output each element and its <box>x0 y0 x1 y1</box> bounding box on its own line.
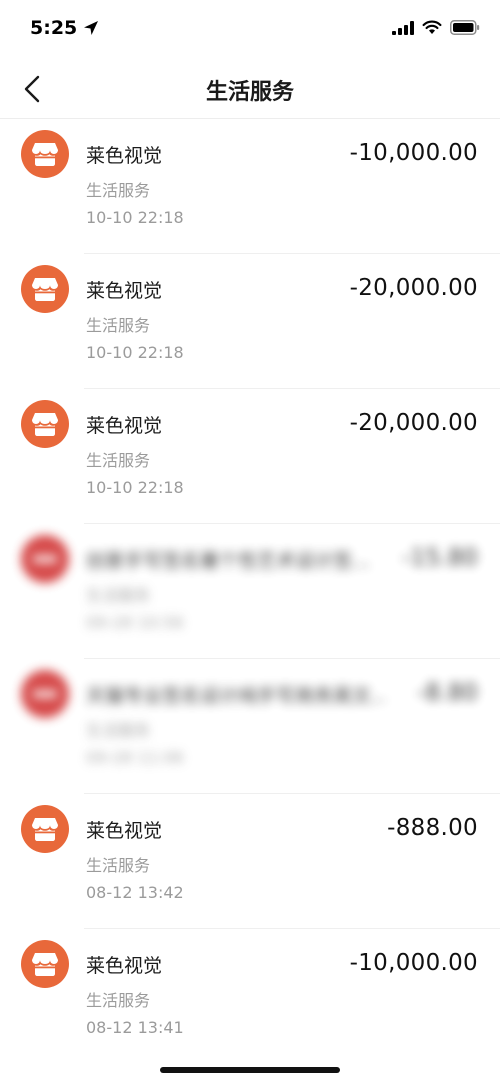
transaction-row-blurred[interactable]: 天猫专业签名设计纯手写商务英文... 生活服务 09-28 11:06 -8.8… <box>0 659 500 794</box>
battery-icon <box>450 20 480 35</box>
store-icon <box>32 818 58 841</box>
transaction-amount: -888.00 <box>387 815 478 841</box>
merchant-name: 莱色视觉 <box>86 415 163 437</box>
location-arrow-icon <box>84 21 99 35</box>
store-icon <box>32 413 58 436</box>
merchant-avatar <box>21 130 69 178</box>
merchant-name: 莱色视觉 <box>86 820 163 842</box>
transaction-category: 生活服务 <box>86 181 151 200</box>
status-time-group: 5:25 <box>30 17 99 39</box>
cellular-signal-icon <box>392 20 414 35</box>
home-indicator[interactable] <box>160 1067 340 1073</box>
transaction-time: 10-10 22:18 <box>86 478 184 497</box>
transaction-amount: -8.80 <box>416 680 478 706</box>
transaction-time: 09-28 11:06 <box>86 748 184 767</box>
navigation-bar: 生活服务 <box>0 60 500 119</box>
transaction-category: 生活服务 <box>86 991 151 1010</box>
store-icon <box>32 143 58 166</box>
merchant-name: 莱色视觉 <box>86 955 163 977</box>
transaction-category: 生活服务 <box>86 856 151 875</box>
transaction-row[interactable]: 莱色视觉 生活服务 10-10 22:18 -10,000.00 <box>0 119 500 254</box>
transaction-amount: -10,000.00 <box>349 140 478 166</box>
transaction-row[interactable]: 莱色视觉 生活服务 10-10 22:18 -20,000.00 <box>0 389 500 524</box>
merchant-name: 天猫专业签名设计纯手写商务英文... <box>86 685 386 707</box>
merchant-avatar <box>21 940 69 988</box>
store-icon <box>32 953 58 976</box>
transaction-time: 09-28 10:56 <box>86 613 184 632</box>
wifi-icon <box>422 20 442 34</box>
transaction-category: 生活服务 <box>86 586 151 605</box>
tmall-avatar <box>21 535 69 583</box>
transaction-amount: -20,000.00 <box>349 275 478 301</box>
transaction-category: 生活服务 <box>86 316 151 335</box>
transaction-amount: -10,000.00 <box>349 950 478 976</box>
status-indicators <box>392 20 480 35</box>
status-bar: 5:25 <box>0 0 500 60</box>
transaction-time: 08-12 13:42 <box>86 883 184 902</box>
transaction-amount: -20,000.00 <box>349 410 478 436</box>
transaction-list: 莱色视觉 生活服务 10-10 22:18 -10,000.00 莱色视觉 生活… <box>0 119 500 1064</box>
tmall-logo-icon <box>33 555 57 563</box>
transaction-row[interactable]: 莱色视觉 生活服务 08-12 13:41 -10,000.00 <box>0 929 500 1064</box>
transaction-time: 10-10 22:18 <box>86 208 184 227</box>
merchant-name: 莱色视觉 <box>86 145 163 167</box>
merchant-avatar <box>21 805 69 853</box>
tmall-logo-icon <box>33 690 57 698</box>
transaction-row-blurred[interactable]: 创意手写签名署个性艺术设计签... 生活服务 09-28 10:56 -15.8… <box>0 524 500 659</box>
merchant-name: 莱色视觉 <box>86 280 163 302</box>
transaction-time: 08-12 13:41 <box>86 1018 184 1037</box>
status-time: 5:25 <box>30 17 78 39</box>
tmall-avatar <box>21 670 69 718</box>
merchant-avatar <box>21 400 69 448</box>
transaction-amount: -15.80 <box>402 545 478 571</box>
transaction-category: 生活服务 <box>86 721 151 740</box>
merchant-avatar <box>21 265 69 313</box>
page-title: 生活服务 <box>205 80 294 105</box>
transaction-row[interactable]: 莱色视觉 生活服务 08-12 13:42 -888.00 <box>0 794 500 929</box>
transaction-time: 10-10 22:18 <box>86 343 184 362</box>
merchant-name: 创意手写签名署个性艺术设计签... <box>86 550 371 572</box>
transaction-row[interactable]: 莱色视觉 生活服务 10-10 22:18 -20,000.00 <box>0 254 500 389</box>
store-icon <box>32 278 58 301</box>
transaction-category: 生活服务 <box>86 451 151 470</box>
